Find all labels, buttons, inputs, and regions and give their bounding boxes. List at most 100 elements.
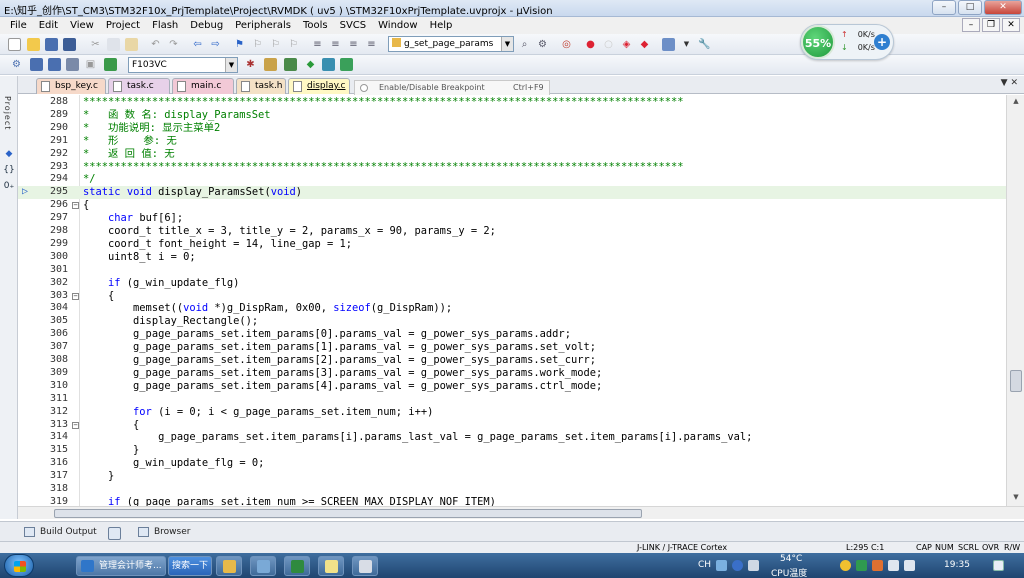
breakpoint-menu-item[interactable]: Enable/Disable Breakpoint Ctrl+F9 — [354, 80, 550, 96]
code-line[interactable]: 303− { — [18, 290, 1006, 303]
select-packs-icon[interactable]: ◆ — [304, 58, 317, 71]
scroll-down-icon[interactable]: ▼ — [1010, 493, 1022, 503]
code-line[interactable]: 304 memset((void *)g_DispRam, 0x00, size… — [18, 302, 1006, 315]
build-icon[interactable] — [30, 58, 43, 71]
menu-svcs[interactable]: SVCS — [334, 20, 373, 31]
tab-task-c[interactable]: task.c — [108, 78, 170, 94]
mdi-restore-button[interactable]: ❐ — [982, 18, 1000, 32]
tab-task-h[interactable]: task.h — [236, 78, 286, 94]
redo-icon[interactable]: ↷ — [167, 38, 180, 51]
manage-components-icon[interactable] — [284, 58, 297, 71]
undo-icon[interactable]: ↶ — [149, 38, 162, 51]
start-button[interactable] — [4, 554, 34, 577]
menu-flash[interactable]: Flash — [146, 20, 184, 31]
next-bookmark-icon[interactable]: ⚐ — [269, 38, 282, 51]
window-layout-icon[interactable] — [662, 38, 675, 51]
navigate-back-icon[interactable]: ⇦ — [191, 38, 204, 51]
pin-icon[interactable] — [108, 527, 121, 540]
fold-toggle-icon[interactable]: − — [72, 421, 79, 429]
target-combo[interactable]: F103VC ▼ — [128, 57, 238, 73]
network-speed-widget[interactable]: 55% ↑ 0K/s ↓ 0K/s + — [800, 24, 894, 60]
show-desktop-icon[interactable] — [993, 560, 1004, 571]
scroll-up-icon[interactable]: ▲ — [1010, 97, 1022, 107]
comment-icon[interactable]: ≡ — [347, 38, 360, 51]
pack-installer-icon[interactable] — [322, 58, 335, 71]
function-combo[interactable]: g_set_page_params ▼ — [388, 36, 514, 52]
code-line[interactable]: 302 if (g_win_update_flg) — [18, 277, 1006, 290]
bookmark-icon[interactable]: ⚑ — [233, 38, 246, 51]
menu-edit[interactable]: Edit — [33, 20, 64, 31]
taskbar-app-2[interactable] — [250, 556, 276, 576]
code-line[interactable]: 306 g_page_params_set.item_params[0].par… — [18, 328, 1006, 341]
close-button[interactable]: ✕ — [984, 0, 1022, 15]
code-line[interactable]: 311 — [18, 393, 1006, 406]
project-tab-label[interactable]: Project — [3, 96, 12, 130]
code-line[interactable]: 308 g_page_params_set.item_params[2].par… — [18, 354, 1006, 367]
menu-help[interactable]: Help — [424, 20, 459, 31]
tab-list-dropdown-icon[interactable]: ▼ ✕ — [1001, 78, 1018, 88]
file-extensions-icon[interactable] — [264, 58, 277, 71]
code-line[interactable]: 301 — [18, 264, 1006, 277]
mdi-minimize-button[interactable]: – — [962, 18, 980, 32]
clock[interactable]: 19:35 — [944, 560, 970, 570]
code-editor[interactable]: 288 *************************************… — [18, 95, 1006, 506]
code-line[interactable]: 318 — [18, 483, 1006, 496]
open-folder-icon[interactable] — [27, 38, 40, 51]
input-language[interactable]: CH — [698, 560, 711, 570]
tab-browser[interactable]: Browser — [136, 524, 190, 540]
indent-icon[interactable]: ≡ — [311, 38, 324, 51]
flag-icon[interactable] — [872, 560, 883, 571]
code-line[interactable]: 310 g_page_params_set.item_params[4].par… — [18, 380, 1006, 393]
minimize-button[interactable]: – — [932, 0, 956, 15]
menu-window[interactable]: Window — [372, 20, 423, 31]
prev-bookmark-icon[interactable]: ⚐ — [251, 38, 264, 51]
save-all-icon[interactable] — [63, 38, 76, 51]
chevron-down-icon[interactable]: ▼ — [225, 58, 237, 72]
code-line[interactable]: 317 } — [18, 470, 1006, 483]
code-line[interactable]: 300 uint8_t i = 0; — [18, 251, 1006, 264]
keyboard-icon[interactable] — [716, 560, 727, 571]
new-file-icon[interactable] — [8, 38, 21, 51]
code-line[interactable]: 314 g_page_params_set.item_params[i].par… — [18, 431, 1006, 444]
code-line[interactable]: 307 g_page_params_set.item_params[1].par… — [18, 341, 1006, 354]
disable-breakpoints-icon[interactable]: ◈ — [620, 38, 633, 51]
code-line[interactable]: 298 coord_t title_x = 3, title_y = 2, pa… — [18, 225, 1006, 238]
code-line[interactable]: 291 * 形 参: 无 — [18, 135, 1006, 148]
rebuild-icon[interactable] — [48, 58, 61, 71]
code-line[interactable]: 319 if (g_page_params_set.item_num >= SC… — [18, 496, 1006, 506]
save-icon[interactable] — [45, 38, 58, 51]
help-icon[interactable] — [732, 560, 743, 571]
tray-app-icon[interactable] — [840, 560, 851, 571]
stop-build-icon[interactable]: ▣ — [84, 58, 97, 71]
chevron-down-icon[interactable]: ▼ — [501, 37, 513, 51]
batch-build-icon[interactable] — [66, 58, 79, 71]
code-line[interactable]: 294 */ — [18, 173, 1006, 186]
configure-icon[interactable]: 🔧 — [698, 38, 711, 51]
enable-breakpoint-icon[interactable]: ○ — [602, 38, 615, 51]
code-line[interactable]: 312 for (i = 0; i < g_page_params_set.it… — [18, 406, 1006, 419]
code-line[interactable]: 290 * 功能说明: 显示主菜单2 — [18, 122, 1006, 135]
paste-icon[interactable] — [125, 38, 138, 51]
code-line[interactable]: 309 g_page_params_set.item_params[3].par… — [18, 367, 1006, 380]
target-options-icon[interactable]: ✱ — [244, 58, 257, 71]
horizontal-scroll-thumb[interactable] — [54, 509, 642, 518]
uncomment-icon[interactable]: ≡ — [365, 38, 378, 51]
taskbar-search-button[interactable]: 搜索一下 — [168, 556, 212, 576]
code-line[interactable]: 293 *************************************… — [18, 161, 1006, 174]
unindent-icon[interactable]: ≡ — [329, 38, 342, 51]
menu-view[interactable]: View — [64, 20, 100, 31]
translate-icon[interactable]: ⚙ — [10, 58, 23, 71]
menu-tools[interactable]: Tools — [297, 20, 334, 31]
mdi-close-button[interactable]: ✕ — [1002, 18, 1020, 32]
code-line[interactable]: 305 display_Rectangle(); — [18, 315, 1006, 328]
find-icon[interactable]: ⌕ — [518, 38, 531, 51]
run-time-environment-icon[interactable] — [340, 58, 353, 71]
taskbar-keil[interactable] — [352, 556, 378, 576]
code-line[interactable]: 299 coord_t font_height = 14, line_gap =… — [18, 238, 1006, 251]
code-line[interactable]: 297 char buf[6]; — [18, 212, 1006, 225]
incremental-find-icon[interactable]: ⚙ — [536, 38, 549, 51]
cut-icon[interactable]: ✂ — [89, 38, 102, 51]
vertical-scrollbar[interactable]: ▲ ▼ — [1006, 95, 1024, 506]
templates-icon[interactable]: 0₊ — [3, 180, 15, 192]
vertical-scroll-thumb[interactable] — [1010, 370, 1022, 392]
